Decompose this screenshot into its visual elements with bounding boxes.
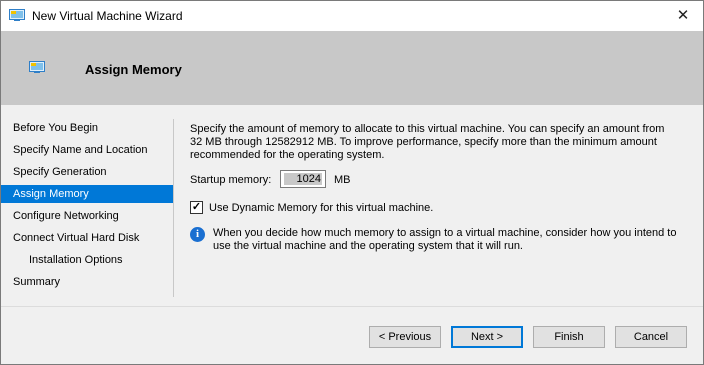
nav-item-configure-networking[interactable]: Configure Networking: [1, 207, 173, 225]
cancel-button[interactable]: Cancel: [615, 326, 687, 348]
dynamic-memory-label[interactable]: Use Dynamic Memory for this virtual mach…: [209, 202, 433, 214]
info-icon: i: [190, 227, 205, 242]
startup-memory-label: Startup memory:: [190, 174, 272, 186]
info-text: When you decide how much memory to assig…: [213, 227, 677, 252]
memory-unit-label: MB: [334, 174, 351, 186]
nav-item-specify-generation[interactable]: Specify Generation: [1, 163, 173, 181]
vm-icon: [9, 9, 25, 21]
previous-button[interactable]: < Previous: [369, 326, 441, 348]
vm-icon: [29, 61, 45, 73]
footer-divider: [1, 306, 703, 307]
startup-memory-input[interactable]: 1024: [280, 170, 326, 188]
nav-item-summary[interactable]: Summary: [1, 273, 173, 291]
nav-item-installation-options[interactable]: Installation Options: [1, 251, 173, 269]
page-header: Assign Memory: [1, 31, 703, 105]
description-text: Specify the amount of memory to allocate…: [190, 123, 665, 161]
page-title: Assign Memory: [85, 62, 182, 77]
nav-item-before-you-begin[interactable]: Before You Begin: [1, 119, 173, 137]
wizard-window: New Virtual Machine Wizard ✕ Assign Memo…: [0, 0, 704, 365]
dynamic-memory-checkbox[interactable]: ✓: [190, 201, 203, 214]
title-bar: New Virtual Machine Wizard ✕: [1, 1, 703, 31]
finish-button[interactable]: Finish: [533, 326, 605, 348]
next-button[interactable]: Next >: [451, 326, 523, 348]
nav-item-assign-memory[interactable]: Assign Memory: [1, 185, 173, 203]
close-icon[interactable]: ✕: [663, 1, 703, 31]
wizard-steps-nav: Before You Begin Specify Name and Locati…: [1, 119, 174, 297]
startup-memory-value: 1024: [296, 173, 321, 185]
window-title: New Virtual Machine Wizard: [32, 9, 183, 23]
nav-item-specify-name-location[interactable]: Specify Name and Location: [1, 141, 173, 159]
nav-item-connect-virtual-hard-disk[interactable]: Connect Virtual Hard Disk: [1, 229, 173, 247]
